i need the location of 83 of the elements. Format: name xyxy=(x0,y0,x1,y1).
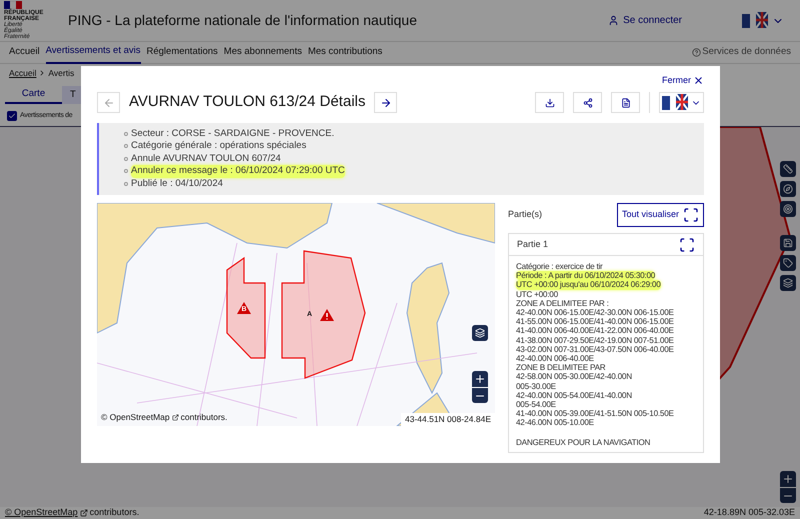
flag-icon xyxy=(662,94,688,112)
detail-line: UTC +00:00 jusqu'au 06/10/2024 06:29:00 xyxy=(516,280,661,290)
filter-checkbox[interactable] xyxy=(7,111,17,121)
detail-line: 41-55.00N 006-15.00E/41-40.00N 006-15.00E xyxy=(516,317,674,326)
bullet-icon xyxy=(124,182,128,186)
layers-icon xyxy=(475,328,485,338)
plus-icon xyxy=(782,473,794,485)
attribution-text: contributors. xyxy=(90,506,140,519)
osm-link[interactable]: © OpenStreetMap xyxy=(5,506,78,519)
external-link-icon xyxy=(172,414,179,422)
detail-line: Catégorie : exercice de tir xyxy=(516,262,603,272)
coordinates-text: 42-18.89N 005-32.03E xyxy=(704,506,795,519)
detail-line: Annule AVURNAV TOULON 607/24 xyxy=(131,152,281,165)
help-icon xyxy=(692,48,702,57)
bullet-icon xyxy=(124,144,128,148)
nav-tab[interactable]: Mes contributions xyxy=(308,42,382,64)
detail-line: Période : A partir du 06/10/2024 05:30:00 xyxy=(516,271,656,280)
bullet-icon xyxy=(124,169,128,174)
next-button[interactable] xyxy=(374,92,398,113)
view-all-button[interactable]: Tout visualiser xyxy=(616,203,704,227)
services-link[interactable]: Services de données xyxy=(702,45,791,60)
coordinates-text: 43-44.51N 008-24.84E xyxy=(400,413,495,426)
detail-line: 42-40.00N 005-54.00E/41-40.00N xyxy=(516,390,632,400)
document-icon xyxy=(620,98,630,108)
detail-line: ZONE B DELIMITEE PAR xyxy=(516,363,606,372)
bullet-icon xyxy=(124,132,128,136)
user-icon xyxy=(608,15,620,26)
detail-line: Annuler ce message le : 06/10/2024 07:29:00 UTC xyxy=(131,165,345,178)
attribution-text: contributors. xyxy=(180,411,228,424)
part-footer-text: DANGEREUX POUR LA NAVIGATION xyxy=(516,438,652,447)
attribution-text: © OpenStreetMap xyxy=(101,411,170,424)
bullet-icon xyxy=(124,156,128,161)
site-title: PING - La plateforme nationale de l'information nautique xyxy=(68,11,417,30)
language-dropdown[interactable] xyxy=(659,92,704,113)
parts-label: Partie(s) xyxy=(508,208,542,222)
detail-line: 42-58.00N 005-30.00E/42-40.00N xyxy=(516,372,632,382)
detail-line: 42-46.00N 005-10.00E xyxy=(516,418,594,428)
arrow-right-icon xyxy=(380,96,392,108)
share-button[interactable] xyxy=(573,92,602,113)
detail-line: UTC +00:00 xyxy=(516,290,558,299)
compass-icon[interactable] xyxy=(780,181,796,197)
layers-icon[interactable] xyxy=(780,275,796,291)
close-button[interactable]: Fermer xyxy=(662,74,704,88)
plus-icon xyxy=(474,373,486,385)
flag-icon xyxy=(742,12,768,30)
download-icon xyxy=(544,98,554,108)
detail-line: Publié le : 04/10/2024 xyxy=(131,178,223,190)
part-title: Partie 1 xyxy=(517,238,548,251)
warning-icon xyxy=(320,309,334,321)
detail-line: 43-02.00N 007-31.00E/43-07.50N 006-40.00E xyxy=(516,344,674,354)
detail-line: Catégorie générale : opérations spéciales xyxy=(131,140,306,152)
detail-line: Secteur : CORSE - SARDAIGNE - PROVENCE. xyxy=(131,128,334,140)
expand-icon[interactable] xyxy=(679,236,695,252)
detail-line: 005-30.00E xyxy=(516,382,556,391)
download-button[interactable] xyxy=(535,92,564,113)
close-icon xyxy=(693,75,704,86)
login-link[interactable]: Se connecter xyxy=(623,13,682,28)
target-icon[interactable] xyxy=(780,201,796,217)
nav-tab[interactable]: Accueil xyxy=(9,42,40,64)
detail-line: 41-40.00N 005-39.00E/41-51.50N 005-10.50E xyxy=(516,409,674,418)
detail-line: 41-40.00N 006-40.00E/41-22.00N 006-40.00E xyxy=(516,326,674,336)
detail-line: 005-54.00E xyxy=(516,400,556,410)
detail-line: ZONE A DELIMITEE PAR : xyxy=(516,298,609,308)
save-icon[interactable] xyxy=(780,235,796,251)
view-tab[interactable]: Carte xyxy=(5,86,62,104)
nav-tab[interactable]: Avertissements et avis xyxy=(46,42,140,64)
check-icon xyxy=(8,112,16,120)
ruler-icon[interactable] xyxy=(780,161,796,177)
share-icon xyxy=(582,98,592,108)
breadcrumb-current: Avertis xyxy=(48,66,74,80)
dialog-title: AVURNAV TOULON 613/24 Détails xyxy=(129,92,366,112)
external-link-icon xyxy=(80,509,88,517)
pdf-button[interactable] xyxy=(611,92,640,113)
tag-icon[interactable] xyxy=(780,255,796,271)
arrow-left-icon xyxy=(102,96,114,108)
detail-line: 42-40.00N 006-40.00E xyxy=(516,354,594,364)
detail-line: 41-38.00N 007-29.50E/42-19.00N 007-51.00E xyxy=(516,336,674,345)
breadcrumb-link[interactable]: Accueil xyxy=(9,66,36,80)
nav-tab[interactable]: Réglementations xyxy=(146,42,218,64)
detail-line: 42-40.00N 006-15.00E/42-30.00N 006-15.00E xyxy=(516,308,674,318)
nav-tab[interactable]: Mes abonnements xyxy=(224,42,302,64)
expand-icon xyxy=(683,207,699,223)
layers-button[interactable] xyxy=(472,325,488,341)
